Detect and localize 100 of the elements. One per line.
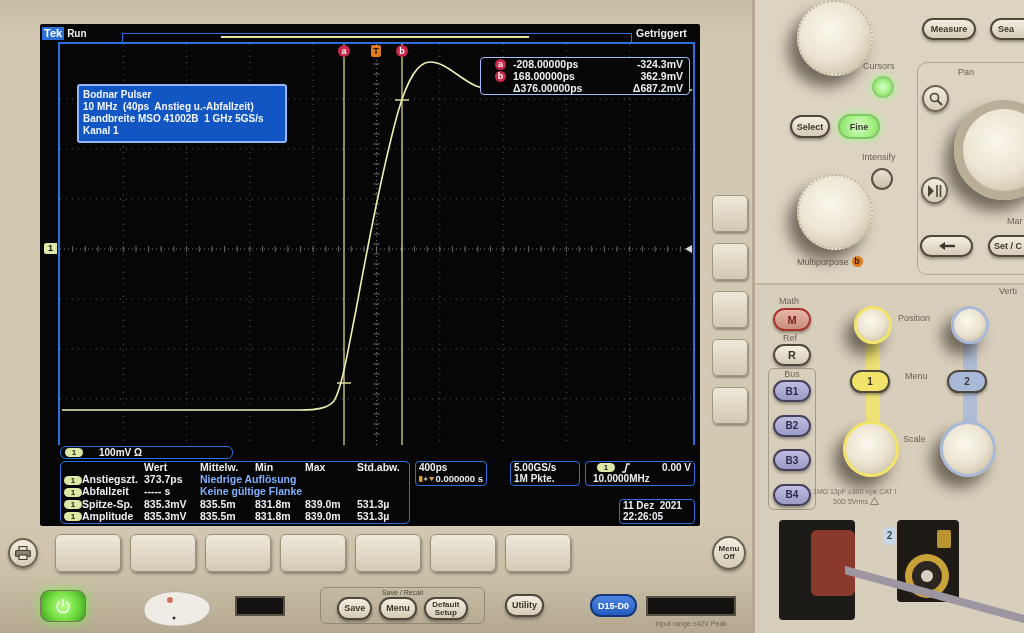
soft-key[interactable] — [505, 534, 571, 572]
time-position: 0.000000 s — [435, 473, 483, 484]
scale-label: Scale — [903, 434, 926, 444]
soft-key[interactable] — [205, 534, 271, 572]
channel-badge: 1 — [64, 475, 82, 485]
play-pause-icon — [927, 184, 942, 197]
printer-icon — [15, 546, 31, 560]
position-marker-icon — [419, 474, 435, 483]
play-pause-button[interactable] — [921, 177, 948, 204]
channel-scale: 100mV Ω — [99, 447, 143, 458]
side-menu-button[interactable] — [712, 243, 748, 280]
info-line: Kanal 1 — [83, 125, 120, 137]
knob[interactable] — [954, 100, 1024, 200]
bus-label: Bus — [784, 369, 800, 379]
measurement-value: 835.3mV — [144, 498, 188, 511]
trigger-state: Getriggert — [636, 27, 687, 39]
select-button[interactable]: Select — [790, 115, 830, 138]
magnifier-icon — [928, 91, 943, 106]
cursor-value: Δ687.2mV — [631, 82, 683, 94]
measure-button[interactable]: Measure — [922, 18, 976, 40]
menu-off-button[interactable]: Menu Off — [712, 536, 746, 570]
measurement-name: Amplitude — [82, 510, 135, 523]
info-line: 10 MHz (40ps Anstieg u.-Abfallzeit) — [83, 101, 255, 113]
run-state: Run — [67, 27, 87, 39]
statistic-value: 831.8m — [255, 510, 292, 523]
print-button[interactable] — [8, 538, 38, 568]
utility-button[interactable]: Utility — [505, 594, 544, 617]
column-header: Wert — [144, 462, 169, 475]
intensify-button[interactable] — [871, 168, 893, 190]
time-text: 22:26:05 — [623, 511, 665, 522]
bus-button[interactable]: B3 — [773, 449, 811, 471]
usb-port — [235, 595, 285, 616]
cursor-value: 362.9mV — [639, 70, 683, 82]
cursor-badge: b — [851, 256, 863, 267]
panel-button[interactable]: Default Setup — [423, 597, 468, 620]
statistic-value: 531.3µ — [357, 510, 391, 523]
power-button[interactable] — [40, 589, 86, 622]
channel-button[interactable]: 1 — [850, 370, 890, 393]
fine-button[interactable]: Fine — [838, 114, 880, 139]
back-button[interactable] — [920, 235, 973, 257]
digital-channels-button[interactable]: D15-D0 — [590, 594, 638, 617]
statistic-value: 835.5m — [200, 498, 237, 511]
panel-button[interactable]: Menu — [379, 597, 417, 620]
set-clear-button[interactable]: Set / C — [988, 235, 1024, 257]
brand-label: Tek — [42, 26, 65, 40]
side-menu-button[interactable] — [712, 195, 748, 232]
soft-key[interactable] — [280, 534, 346, 572]
statistic-value: 839.0m — [305, 510, 342, 523]
measurement-note: Niedrige Auflösung — [200, 474, 298, 487]
pan-label: Pan — [958, 67, 974, 77]
channel-badge: 1 — [64, 500, 82, 510]
time-scale: 400ps — [419, 462, 449, 473]
trigger-position-marker: T — [371, 45, 381, 57]
multipurpose-label: Multipurpose — [797, 256, 849, 267]
cursor-time: 168.00000ps — [513, 70, 576, 82]
intensify-label: Intensify — [862, 152, 896, 162]
rising-edge-icon — [621, 462, 631, 473]
math-label: Math — [779, 296, 799, 306]
soft-key[interactable] — [130, 534, 196, 572]
search-button[interactable]: Sea — [990, 18, 1024, 40]
ref-button[interactable]: R — [773, 344, 811, 366]
date-text: 11 Dez 2021 — [623, 500, 683, 511]
panel-button[interactable]: Save — [337, 597, 373, 620]
channel-badge: 1 — [64, 488, 82, 497]
channel-button[interactable]: 2 — [947, 370, 987, 393]
soft-key[interactable] — [55, 534, 121, 572]
channel-badge: 1 — [64, 512, 82, 522]
cursors-label: Cursors — [863, 61, 895, 71]
side-menu-button[interactable] — [712, 387, 748, 424]
level-marker-icon — [685, 245, 692, 253]
column-header: Mittelw. — [200, 462, 240, 475]
menu-label: Menu — [905, 371, 928, 381]
cursor-marker: a — [338, 45, 350, 57]
left-arrow-icon — [938, 242, 955, 250]
measurement-name: Abfallzeit — [82, 486, 130, 499]
channel-badge: 1 — [597, 463, 615, 472]
statistic-value: 835.5m — [200, 510, 237, 523]
statistic-value: 531.3µ — [357, 498, 391, 511]
cursor-badge: b — [495, 70, 506, 82]
mark-label: Mar — [1007, 216, 1023, 226]
bus-button[interactable]: B1 — [773, 380, 811, 402]
cursor-badge: a — [495, 58, 506, 70]
soft-key[interactable] — [430, 534, 496, 572]
ref-label: Ref — [783, 333, 797, 343]
section-title: Verti — [999, 286, 1017, 296]
measurement-value: 835.3mV — [144, 510, 188, 523]
cursor-marker: b — [396, 45, 408, 57]
statistic-value: 831.8m — [255, 498, 292, 511]
measurement-value: ----- s — [144, 486, 172, 499]
zoom-button[interactable] — [922, 85, 949, 112]
cursor-crossing-tick — [336, 382, 352, 384]
measurement-note: Keine gültige Flanke — [200, 486, 304, 499]
soft-key[interactable] — [355, 534, 421, 572]
channel-marker: 1 — [44, 243, 57, 254]
cursor-value: -324.3mV — [635, 58, 683, 70]
knob[interactable] — [797, 174, 873, 250]
side-menu-button[interactable] — [712, 339, 748, 376]
probe-head — [811, 530, 855, 596]
side-menu-button[interactable] — [712, 291, 748, 328]
trigger-frequency: 10.0000MHz — [592, 473, 651, 484]
